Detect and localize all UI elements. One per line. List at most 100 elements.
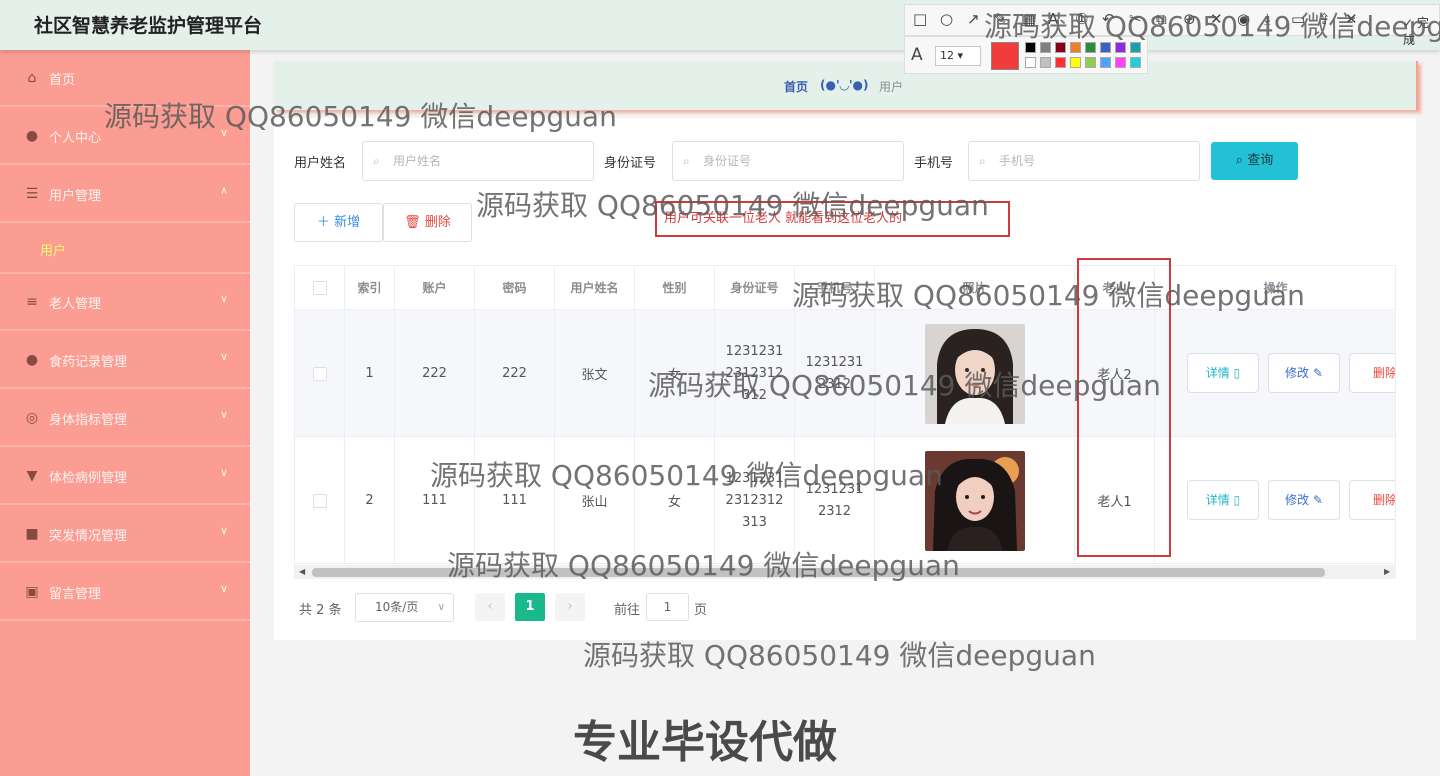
- delete-row-label: 删除: [1372, 493, 1396, 507]
- chevron-down-icon: ∨: [219, 350, 228, 363]
- magic-icon[interactable]: ✕: [1210, 10, 1223, 28]
- detail-button[interactable]: 详情 ▯: [1187, 353, 1259, 393]
- edit-button[interactable]: 修改 ✎: [1268, 480, 1340, 520]
- id-number-input[interactable]: ⌕ 身份证号: [672, 141, 904, 181]
- password-cell: 111: [475, 437, 555, 564]
- query-label: 查询: [1247, 153, 1274, 168]
- rectangle-tool-icon[interactable]: □: [913, 10, 927, 28]
- phone-input[interactable]: ⌕ 手机号: [968, 141, 1200, 181]
- batch-delete-button[interactable]: 🗑 删除: [383, 203, 472, 242]
- number-tool-icon[interactable]: ①: [1075, 10, 1088, 28]
- sidebar-item-user-management[interactable]: ☰ 用户管理 ∧: [0, 166, 250, 223]
- record-icon[interactable]: ◉: [1237, 10, 1250, 28]
- mosaic-tool-icon[interactable]: ▦: [1021, 10, 1035, 28]
- color-swatch[interactable]: [1100, 42, 1111, 53]
- actions-cell: 详情 ▯ 修改 ✎ 删除: [1155, 437, 1396, 564]
- current-color-swatch[interactable]: [991, 42, 1019, 70]
- user-photo: [924, 450, 1025, 551]
- goto-prefix: 前往: [614, 603, 641, 618]
- color-swatch[interactable]: [1085, 57, 1096, 68]
- search-icon: ⌕: [373, 154, 380, 168]
- table-horizontal-scrollbar[interactable]: ◀ ▶: [294, 565, 1396, 579]
- id-number-label: 身份证号: [604, 156, 657, 171]
- chevron-right-icon: ›: [567, 599, 573, 614]
- add-label: 新增: [334, 215, 361, 230]
- goto-page-input[interactable]: 1: [646, 593, 689, 621]
- color-swatch[interactable]: [1085, 42, 1096, 53]
- color-swatch[interactable]: [1070, 57, 1081, 68]
- pin-icon[interactable]: ⊕: [1183, 10, 1196, 28]
- ellipse-tool-icon[interactable]: ○: [940, 10, 953, 28]
- color-swatch[interactable]: [1130, 57, 1141, 68]
- user-icon: ●: [25, 352, 39, 368]
- color-swatch[interactable]: [1100, 57, 1111, 68]
- prev-page-button[interactable]: ‹: [475, 593, 505, 621]
- user-name-input[interactable]: ⌕ 用户姓名: [362, 141, 594, 181]
- breadcrumb-emoticon: (●'◡'●): [820, 78, 869, 92]
- font-size-select[interactable]: 12 ▾: [935, 46, 981, 66]
- color-swatch[interactable]: [1070, 42, 1081, 53]
- undo-icon[interactable]: ↶: [1102, 10, 1115, 28]
- page-size-select[interactable]: 10条/页 ∨: [355, 593, 454, 622]
- row-select-cell: [295, 310, 345, 437]
- color-swatch[interactable]: [1055, 42, 1066, 53]
- select-all-checkbox[interactable]: [312, 281, 327, 295]
- save-icon[interactable]: ▭: [1291, 10, 1305, 28]
- color-swatch[interactable]: [1115, 42, 1126, 53]
- scrollbar-thumb[interactable]: [312, 568, 1325, 577]
- column-header: 密码: [475, 266, 555, 310]
- chevron-down-icon: ∨: [219, 292, 228, 305]
- delete-button[interactable]: 删除: [1349, 480, 1396, 520]
- account-cell: 111: [395, 437, 475, 564]
- delete-button[interactable]: 删除: [1349, 353, 1395, 393]
- query-button[interactable]: ⌕ 查询: [1211, 142, 1298, 180]
- user-photo: [924, 323, 1025, 424]
- color-swatch[interactable]: [1025, 42, 1036, 53]
- page-number-current[interactable]: 1: [515, 593, 545, 621]
- share-icon[interactable]: ⇪: [1318, 10, 1331, 28]
- annotation-textbox[interactable]: 用户可关联一位老人 就能看到这位老人的: [655, 201, 1010, 237]
- color-swatch[interactable]: [1025, 57, 1036, 68]
- password-cell: 222: [475, 310, 555, 437]
- arrow-tool-icon[interactable]: ↗: [967, 10, 980, 28]
- search-icon: ⌕: [979, 154, 986, 168]
- color-swatch[interactable]: [1115, 57, 1126, 68]
- sidebar-item-personal-center[interactable]: ● 个人中心 ∨: [0, 108, 250, 165]
- column-header: 照片: [875, 266, 1075, 310]
- sidebar-item-checkup-cases[interactable]: ▼ 体检病例管理 ∨: [0, 448, 250, 505]
- color-swatch[interactable]: [1130, 42, 1141, 53]
- select-all-header: [295, 266, 345, 310]
- sidebar-item-food-medicine[interactable]: ● 食药记录管理 ∨: [0, 332, 250, 389]
- sidebar-subitem-users[interactable]: 用户: [0, 224, 250, 274]
- close-icon[interactable]: ✕: [1345, 10, 1358, 28]
- copy-icon[interactable]: ⧉: [1156, 10, 1167, 28]
- color-swatch[interactable]: [1040, 42, 1051, 53]
- delete-label: 删除: [424, 215, 451, 230]
- sidebar-item-messages[interactable]: ▣ 留言管理 ∨: [0, 564, 250, 621]
- scroll-right-arrow-icon[interactable]: ▶: [1384, 565, 1390, 579]
- chevron-up-icon: ∧: [219, 184, 228, 197]
- sidebar-item-label: 身体指标管理: [49, 413, 128, 428]
- sidebar-item-elder-management[interactable]: ≡ 老人管理 ∨: [0, 274, 250, 331]
- next-page-button[interactable]: ›: [555, 593, 585, 621]
- sidebar-item-emergencies[interactable]: ■ 突发情况管理 ∨: [0, 506, 250, 563]
- breadcrumb-home[interactable]: 首页: [784, 78, 808, 95]
- target-icon: ◎: [25, 410, 39, 426]
- detail-button[interactable]: 详情 ▯: [1187, 480, 1259, 520]
- color-swatch[interactable]: [1055, 57, 1066, 68]
- done-button[interactable]: ✓ 完成: [1403, 14, 1439, 48]
- row-checkbox[interactable]: [312, 366, 327, 381]
- text-tool-icon[interactable]: A: [1048, 10, 1058, 28]
- column-header: 账户: [395, 266, 475, 310]
- sidebar-item-home[interactable]: ⌂ 首页: [0, 50, 250, 107]
- color-swatch[interactable]: [1040, 57, 1051, 68]
- sidebar-item-body-indicators[interactable]: ◎ 身体指标管理 ∨: [0, 390, 250, 447]
- download-icon[interactable]: ⤓: [1264, 10, 1271, 28]
- edit-button[interactable]: 修改 ✎: [1268, 353, 1340, 393]
- pagination-total: 共 2 条: [299, 603, 342, 618]
- pen-tool-icon[interactable]: ✎: [994, 10, 1007, 28]
- add-button[interactable]: ＋ 新增: [294, 203, 383, 242]
- scroll-left-arrow-icon[interactable]: ◀: [299, 565, 305, 579]
- row-checkbox[interactable]: [312, 493, 327, 508]
- scissors-icon[interactable]: ✂: [1129, 10, 1142, 28]
